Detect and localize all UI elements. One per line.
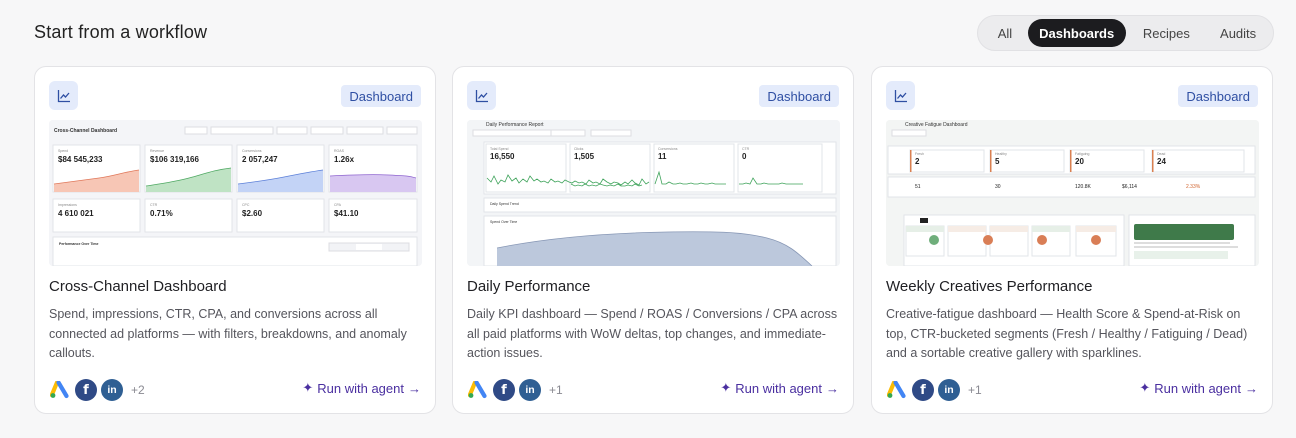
dashboard-preview: Creative Fatigue Dashboard Fresh 2 Healt…	[886, 120, 1259, 266]
run-with-agent-button[interactable]: ✦ Run with agent →	[1139, 380, 1258, 396]
facebook-icon: f	[75, 379, 97, 401]
tab-dashboards[interactable]: Dashboards	[1027, 19, 1126, 47]
segment-label: Fresh	[915, 152, 924, 156]
kpi-value: $2.60	[242, 209, 263, 218]
workflow-card-cross-channel[interactable]: Dashboard Cross-Channel Dashboard Spend …	[34, 66, 436, 414]
arrow-right-icon: →	[1245, 380, 1258, 396]
stat-value: 2.33%	[1186, 184, 1201, 190]
segment-label: Fatiguing	[1075, 152, 1090, 156]
google-ads-icon	[886, 379, 908, 401]
type-tag: Dashboard	[759, 85, 839, 107]
linkedin-icon: in	[938, 379, 960, 401]
segment-label: Healthy	[995, 152, 1007, 156]
kpi-value: 16,550	[490, 152, 515, 161]
card-description: Spend, impressions, CTR, CPA, and conver…	[49, 307, 407, 360]
arrow-right-icon: →	[826, 380, 839, 396]
platform-list: f in +1	[886, 378, 982, 402]
kpi-label: Total Spend	[490, 147, 509, 151]
segment-value: 2	[915, 157, 920, 166]
platform-list: f in +2	[49, 378, 145, 402]
kpi-label: Conversions	[658, 147, 678, 151]
run-label: Run with agent	[317, 380, 404, 396]
stat-value: 30	[995, 184, 1001, 190]
more-platforms-count: +1	[968, 383, 982, 397]
tab-all[interactable]: All	[982, 19, 1028, 47]
segment-value: 20	[1075, 157, 1084, 166]
preview-title: Daily Performance Report	[486, 122, 544, 128]
platform-list: f in +1	[467, 378, 563, 402]
kpi-value: $106 319,166	[150, 155, 199, 164]
kpi-label: ROAS	[334, 149, 344, 153]
workflow-card-daily-performance[interactable]: Dashboard Daily Performance Report Total…	[452, 66, 854, 414]
stat-value: $6,114	[1122, 184, 1137, 190]
sparkle-icon: ✦	[720, 380, 732, 395]
line-chart-icon	[467, 81, 496, 110]
sparkle-icon: ✦	[1139, 380, 1151, 395]
linkedin-icon: in	[519, 379, 541, 401]
kpi-label: Revenue	[150, 149, 165, 153]
kpi-value: 11	[658, 152, 667, 161]
kpi-label: CTR	[742, 147, 750, 151]
more-platforms-count: +2	[131, 383, 145, 397]
page-title: Start from a workflow	[34, 22, 208, 42]
kpi-label: Spend	[58, 149, 69, 153]
preview-section: Spend Over Time	[490, 220, 518, 224]
stat-value: 51	[915, 184, 921, 190]
kpi-value: 0	[742, 152, 747, 161]
facebook-icon: f	[493, 379, 515, 401]
line-chart-icon	[49, 81, 78, 110]
kpi-value: 0.71%	[150, 209, 173, 218]
line-chart-icon	[886, 81, 915, 110]
kpi-label: Impressions	[58, 203, 77, 207]
preview-section: Performance Over Time	[59, 242, 99, 246]
kpi-value: 1,505	[574, 152, 595, 161]
kpi-label: Clicks	[574, 147, 584, 151]
card-description: Creative-fatigue dashboard — Health Scor…	[886, 307, 1248, 360]
dashboard-preview: Cross-Channel Dashboard Spend $84 545,23…	[49, 120, 422, 266]
kpi-value: 2 057,247	[242, 155, 278, 164]
kpi-label: Conversions	[242, 149, 262, 153]
kpi-value: $84 545,233	[58, 155, 103, 164]
arrow-right-icon: →	[408, 380, 421, 396]
preview-title: Creative Fatigue Dashboard	[905, 122, 968, 128]
dashboard-preview: Daily Performance Report Total Spend 16,…	[467, 120, 840, 266]
more-platforms-count: +1	[549, 383, 563, 397]
facebook-icon: f	[912, 379, 934, 401]
google-ads-icon	[467, 379, 489, 401]
kpi-label: CPA	[334, 203, 341, 207]
kpi-value: 4 610 021	[58, 209, 94, 218]
segment-value: 5	[995, 157, 1000, 166]
section-header: Start from a workflow All Dashboards Rec…	[0, 0, 1296, 66]
preview-section: Daily Spend Trend	[490, 202, 519, 206]
type-tag: Dashboard	[341, 85, 421, 107]
segment-label: Dead	[1157, 152, 1166, 156]
tab-recipes[interactable]: Recipes	[1126, 19, 1208, 47]
type-tag: Dashboard	[1178, 85, 1258, 107]
card-title: Cross-Channel Dashboard	[49, 278, 227, 295]
stat-value: 120.8K	[1075, 184, 1091, 190]
tab-audits[interactable]: Audits	[1207, 19, 1269, 47]
card-description: Daily KPI dashboard — Spend / ROAS / Con…	[467, 307, 838, 360]
kpi-label: CPC	[242, 203, 250, 207]
card-title: Daily Performance	[467, 278, 591, 295]
run-label: Run with agent	[1154, 380, 1241, 396]
kpi-label: CTR	[150, 203, 158, 207]
sparkle-icon: ✦	[302, 380, 314, 395]
kpi-value: $41.10	[334, 209, 359, 218]
preview-title: Cross-Channel Dashboard	[54, 128, 118, 134]
google-ads-icon	[49, 379, 71, 401]
linkedin-icon: in	[101, 379, 123, 401]
run-with-agent-button[interactable]: ✦ Run with agent →	[720, 380, 839, 396]
run-label: Run with agent	[735, 380, 822, 396]
kpi-value: 1.26x	[334, 155, 355, 164]
run-with-agent-button[interactable]: ✦ Run with agent →	[302, 380, 421, 396]
card-title: Weekly Creatives Performance	[886, 278, 1093, 295]
segment-value: 24	[1157, 157, 1166, 166]
filter-tabs: All Dashboards Recipes Audits	[977, 15, 1274, 51]
workflow-card-weekly-creatives[interactable]: Dashboard Creative Fatigue Dashboard Fre…	[871, 66, 1273, 414]
